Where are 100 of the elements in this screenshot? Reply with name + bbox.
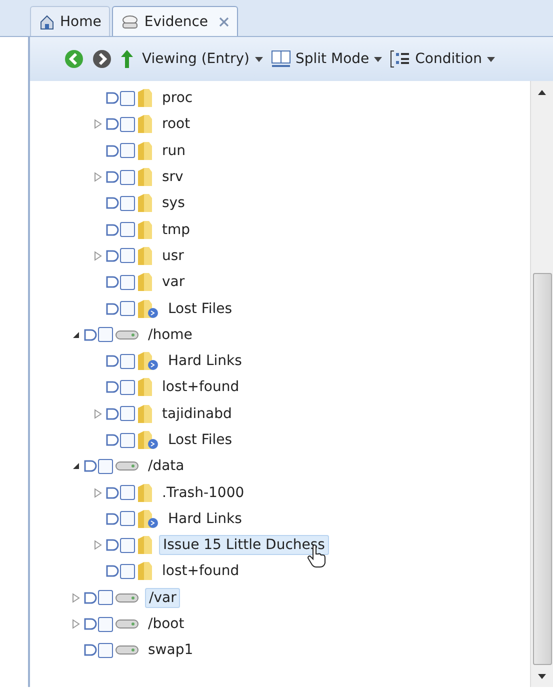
checkbox[interactable] bbox=[98, 458, 113, 474]
folder-icon bbox=[137, 220, 153, 240]
folder-icon bbox=[137, 561, 153, 582]
folder-icon bbox=[137, 88, 153, 108]
checkbox[interactable] bbox=[98, 616, 113, 632]
dropdown-button[interactable]: Condition bbox=[390, 50, 495, 68]
expand-icon[interactable] bbox=[94, 540, 102, 550]
dropdown-button[interactable]: Viewing (Entry) bbox=[142, 51, 262, 67]
folder-icon bbox=[137, 404, 153, 424]
tree-item[interactable]: Issue 15 Little Duchess bbox=[159, 535, 329, 556]
checkbox[interactable] bbox=[120, 354, 135, 369]
checkbox[interactable] bbox=[120, 116, 135, 132]
checkbox[interactable] bbox=[120, 274, 135, 290]
folder-icon bbox=[137, 246, 153, 266]
tree-item[interactable]: tmp bbox=[159, 220, 194, 239]
tree-node-icon bbox=[106, 302, 120, 316]
expand-icon[interactable] bbox=[94, 408, 102, 419]
tree-item[interactable]: lost+found bbox=[159, 378, 242, 396]
checkbox[interactable] bbox=[120, 196, 135, 211]
expand-icon[interactable] bbox=[72, 592, 80, 603]
tree-item[interactable]: /data bbox=[145, 457, 188, 476]
tree-item[interactable]: lost+found bbox=[159, 562, 242, 580]
folder-icon bbox=[137, 167, 153, 188]
tree-node-icon bbox=[84, 328, 98, 342]
tree-item[interactable]: /home bbox=[145, 326, 196, 344]
tree-node-icon bbox=[106, 354, 120, 368]
checkbox[interactable] bbox=[98, 642, 113, 658]
scroll-down-icon[interactable] bbox=[538, 674, 546, 678]
collapse-icon[interactable] bbox=[72, 330, 80, 339]
tree-item[interactable]: root bbox=[159, 115, 194, 134]
drive-icon bbox=[115, 328, 139, 341]
checkbox[interactable] bbox=[120, 170, 135, 185]
tree-item[interactable]: Hard Links bbox=[165, 510, 245, 528]
tree-node-icon bbox=[106, 248, 120, 263]
tree-item[interactable]: Lost Files bbox=[165, 300, 236, 318]
folder-icon bbox=[137, 272, 153, 292]
tree-node-icon bbox=[84, 617, 98, 632]
tree-item[interactable]: tajidinabd bbox=[159, 404, 235, 423]
tab[interactable]: Home bbox=[30, 6, 110, 36]
tree-node-icon bbox=[84, 643, 98, 658]
folder-icon bbox=[137, 377, 153, 398]
tree-node-icon bbox=[106, 91, 120, 106]
tree-item[interactable]: Lost Files bbox=[165, 431, 236, 449]
expand-icon[interactable] bbox=[72, 619, 80, 630]
forward-icon[interactable] bbox=[92, 49, 112, 69]
dropdown-button[interactable]: Split Mode bbox=[270, 50, 382, 68]
folder-icon bbox=[137, 298, 159, 319]
checkbox[interactable] bbox=[120, 222, 135, 238]
caret-icon bbox=[254, 56, 262, 62]
caret-icon bbox=[374, 56, 382, 62]
checkbox[interactable] bbox=[120, 511, 135, 526]
checkbox[interactable] bbox=[98, 327, 113, 342]
tree-node-icon bbox=[106, 275, 120, 290]
tree-item[interactable]: sys bbox=[159, 194, 188, 212]
tree-item[interactable]: usr bbox=[159, 246, 187, 265]
tree-item[interactable]: Hard Links bbox=[165, 352, 245, 370]
expand-icon[interactable] bbox=[94, 172, 102, 182]
condition-icon bbox=[390, 50, 410, 68]
close-icon[interactable] bbox=[219, 16, 230, 26]
tree-item[interactable]: /boot bbox=[145, 615, 188, 634]
checkbox[interactable] bbox=[120, 248, 135, 264]
collapse-icon[interactable] bbox=[72, 462, 80, 470]
tree-item[interactable]: /var bbox=[145, 588, 180, 608]
checkbox[interactable] bbox=[120, 538, 135, 553]
checkbox[interactable] bbox=[98, 590, 113, 606]
checkbox[interactable] bbox=[120, 432, 135, 448]
scrollbar[interactable] bbox=[530, 81, 553, 687]
tree-node-icon bbox=[106, 144, 120, 158]
drive-icon bbox=[121, 14, 140, 28]
checkbox[interactable] bbox=[120, 301, 135, 316]
scroll-up-icon[interactable] bbox=[538, 90, 546, 94]
folder-icon bbox=[137, 482, 153, 503]
expand-icon[interactable] bbox=[94, 250, 102, 261]
checkbox[interactable] bbox=[120, 564, 135, 579]
scroll-thumb[interactable] bbox=[532, 273, 552, 665]
tree-node-icon bbox=[106, 222, 120, 237]
tree-node-icon bbox=[106, 117, 120, 132]
house-icon bbox=[39, 14, 55, 30]
checkbox[interactable] bbox=[120, 90, 135, 106]
folder-icon bbox=[137, 140, 153, 161]
folder-icon bbox=[137, 535, 153, 556]
tree-item[interactable]: run bbox=[159, 142, 189, 160]
expand-icon[interactable] bbox=[94, 119, 102, 130]
expand-icon[interactable] bbox=[94, 488, 102, 498]
folder-icon bbox=[137, 193, 153, 214]
tree-node-icon bbox=[106, 486, 120, 500]
tree-item[interactable]: proc bbox=[159, 89, 196, 108]
checkbox[interactable] bbox=[120, 380, 135, 395]
checkbox[interactable] bbox=[120, 485, 135, 500]
tree-item[interactable]: swap1 bbox=[145, 641, 196, 660]
tree-item[interactable]: srv bbox=[159, 168, 186, 186]
tree-node-icon bbox=[106, 512, 120, 526]
up-arrow-icon[interactable] bbox=[120, 49, 134, 69]
checkbox[interactable] bbox=[120, 406, 135, 422]
back-icon[interactable] bbox=[64, 49, 84, 69]
tree-item[interactable]: .Trash-1000 bbox=[159, 484, 248, 502]
tree-node-icon bbox=[84, 459, 98, 474]
tab[interactable]: Evidence bbox=[112, 6, 238, 36]
tree-item[interactable]: var bbox=[159, 273, 188, 292]
checkbox[interactable] bbox=[120, 143, 135, 158]
